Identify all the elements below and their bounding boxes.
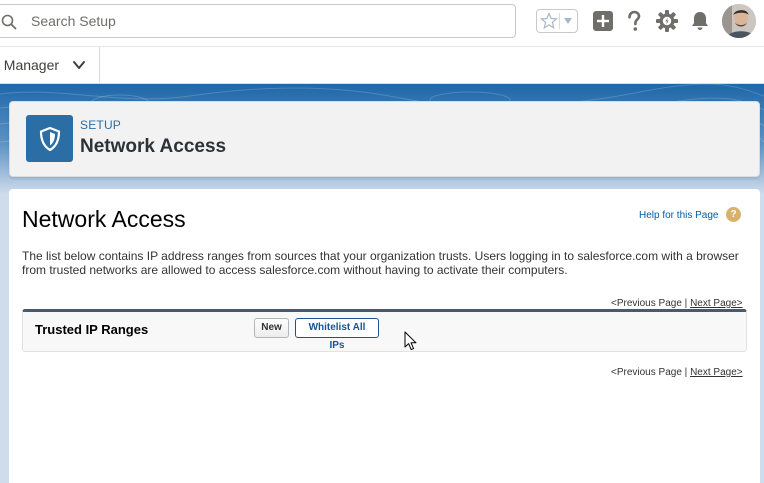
search-box[interactable] [0,4,516,38]
previous-page-label: <Previous Page [611,298,682,309]
avatar[interactable] [722,4,756,38]
global-header [0,0,764,46]
pager-separator: | [684,298,688,309]
list-title: Trusted IP Ranges [35,322,149,337]
app-nav-divider [99,47,100,84]
mouse-pointer-icon [404,331,417,351]
pager-bottom: <Previous Page | Next Page> [611,367,743,378]
app-name[interactable]: t Manager [0,47,59,84]
content-panel: Network Access Help for this Page ? The … [9,189,760,483]
favorites-group[interactable] [536,9,578,33]
bell-icon[interactable] [688,9,712,33]
previous-page-label: <Previous Page [611,367,682,378]
next-page-link[interactable]: Next Page> [690,298,743,309]
page-icon-tile [26,115,73,162]
setup-gear-icon[interactable] [655,9,679,33]
shield-icon [39,127,61,151]
next-page-link[interactable]: Next Page> [690,367,743,378]
page-eyebrow: SETUP [80,118,122,132]
description-text: The list below contains IP address range… [22,249,739,277]
help-icon[interactable] [622,9,646,33]
add-icon[interactable] [591,9,615,33]
app-nav-bar: t Manager [0,46,764,84]
search-input[interactable] [31,5,491,37]
page-header: SETUP Network Access [9,101,760,177]
help-for-page-link[interactable]: Help for this Page [639,210,719,221]
pager-top: <Previous Page | Next Page> [611,298,743,309]
star-icon[interactable] [540,12,558,30]
chevron-down-icon[interactable] [72,58,86,72]
content-title: Network Access [22,206,186,232]
favorites-divider [559,13,560,29]
trusted-ip-ranges-list: Trusted IP Ranges New Whitelist All IPs [22,309,747,352]
pager-separator: | [684,367,688,378]
help-circle-icon[interactable]: ? [726,207,741,222]
user-photo-icon [722,4,756,38]
new-button[interactable]: New [254,318,289,338]
page-title: Network Access [80,136,227,157]
whitelist-all-ips-button[interactable]: Whitelist All IPs [295,318,379,351]
chevron-down-icon[interactable] [563,17,573,25]
search-icon [1,14,17,30]
